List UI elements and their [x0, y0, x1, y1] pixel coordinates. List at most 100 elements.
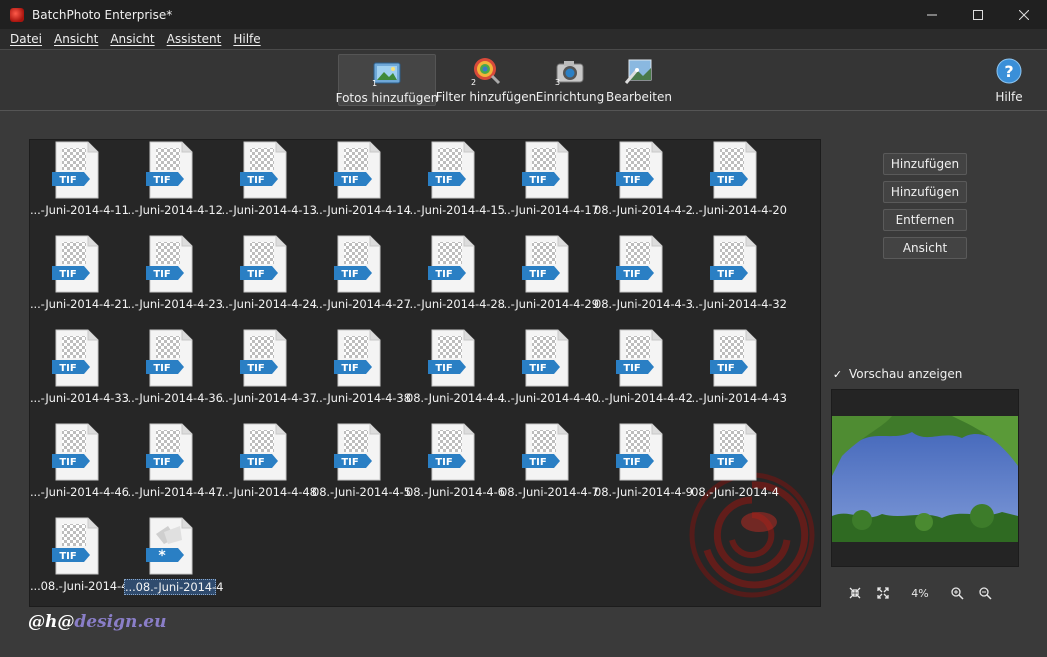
setup-button[interactable]: 3 Einrichtung: [536, 54, 604, 106]
file-thumbnail[interactable]: TIF ...-Juni-2014-4-32: [688, 234, 787, 328]
menu-datei[interactable]: Datei: [4, 32, 48, 46]
unknown-file-icon: *: [146, 517, 193, 575]
file-type-badge: TIF: [59, 269, 76, 280]
add-filter-icon: 2: [471, 58, 501, 86]
menu-hilfe[interactable]: Hilfe: [227, 32, 266, 46]
add-files-label: Hinzufügen: [890, 157, 960, 171]
help-button[interactable]: ? Hilfe: [990, 54, 1028, 106]
remove-button[interactable]: Entfernen: [883, 209, 967, 231]
file-type-badge: TIF: [529, 363, 546, 374]
show-preview-checkbox-row[interactable]: ✓ Vorschau anzeigen: [832, 367, 962, 381]
tif-file-icon: TIF: [428, 329, 475, 387]
menu-assistent[interactable]: Assistent: [161, 32, 228, 46]
file-thumbnail[interactable]: TIF ...08.-Juni-2014-4: [30, 516, 129, 606]
show-preview-checkbox[interactable]: ✓: [832, 368, 843, 381]
file-thumbnail[interactable]: TIF ...-Juni-2014-4-38: [312, 328, 411, 422]
file-thumbnail[interactable]: TIF ...-Juni-2014-4-21: [30, 234, 129, 328]
view-button[interactable]: Ansicht: [883, 237, 967, 259]
file-thumbnail[interactable]: TIF ...-Juni-2014-4-11: [30, 140, 129, 234]
add-photos-icon: 1: [372, 62, 401, 87]
file-thumbnail[interactable]: TIF ...-Juni-2014-4-15: [406, 140, 505, 234]
zoom-out-button[interactable]: [976, 584, 994, 602]
zoom-in-button[interactable]: [948, 584, 966, 602]
file-type-badge: TIF: [341, 175, 358, 186]
file-thumbnail[interactable]: TIF ...-Juni-2014-4-12: [124, 140, 223, 234]
tif-file-icon: TIF: [710, 329, 757, 387]
file-thumbnail[interactable]: TIF ...-Juni-2014-4-42: [594, 328, 693, 422]
file-thumbnail[interactable]: TIF 08.-Juni-2014-4-5: [312, 422, 411, 516]
file-name-label: ...-Juni-2014-4-21: [30, 297, 129, 311]
file-thumbnail[interactable]: TIF ...-Juni-2014-4-29: [500, 234, 599, 328]
file-thumbnail[interactable]: TIF 08.-Juni-2014-4-6: [406, 422, 505, 516]
tif-file-icon: TIF: [334, 235, 381, 293]
file-type-badge: TIF: [717, 363, 734, 374]
minimize-button[interactable]: [909, 0, 955, 29]
file-thumbnail[interactable]: TIF 08.-Juni-2014-4-3: [594, 234, 693, 328]
file-name-label: ...-Juni-2014-4-11: [30, 203, 129, 217]
window-controls: [909, 0, 1047, 29]
file-thumbnail[interactable]: TIF ...-Juni-2014-4-17: [500, 140, 599, 234]
file-thumbnail[interactable]: TIF ...-Juni-2014-4-20: [688, 140, 787, 234]
signature-prefix: @h@: [28, 612, 75, 632]
tif-file-icon: TIF: [710, 141, 757, 199]
author-signature: @h@design.eu: [28, 612, 166, 632]
file-thumbnail[interactable]: TIF ...-Juni-2014-4-27: [312, 234, 411, 328]
file-type-badge: TIF: [247, 457, 264, 468]
file-type-badge: TIF: [623, 363, 640, 374]
file-thumbnail[interactable]: TIF 08.-Juni-2014-4-4: [406, 328, 505, 422]
file-thumbnail[interactable]: TIF ...-Juni-2014-4-48: [218, 422, 317, 516]
file-name-label: ...-Juni-2014-4-12: [124, 203, 223, 217]
file-thumbnail[interactable]: TIF ...-Juni-2014-4-47: [124, 422, 223, 516]
edit-button[interactable]: Bearbeiten: [606, 54, 672, 106]
tif-file-icon: TIF: [146, 141, 193, 199]
window-title: BatchPhoto Enterprise*: [32, 7, 173, 22]
tif-file-icon: TIF: [334, 141, 381, 199]
add-photos-button[interactable]: 1 Fotos hinzufügen: [336, 54, 438, 106]
file-thumbnail[interactable]: TIF ...-Juni-2014-4-37: [218, 328, 317, 422]
file-name-label: ...08.-Juni-2014-4: [30, 579, 129, 593]
file-type-badge: TIF: [247, 175, 264, 186]
menu-ansicht[interactable]: Ansicht: [48, 32, 104, 46]
help-icon: ?: [996, 58, 1022, 84]
file-thumbnail[interactable]: TIF ...-Juni-2014-4-43: [688, 328, 787, 422]
file-type-badge: TIF: [435, 457, 452, 468]
file-type-badge: TIF: [59, 457, 76, 468]
file-thumbnail[interactable]: TIF ...-Juni-2014-4-40: [500, 328, 599, 422]
file-type-badge: TIF: [341, 269, 358, 280]
maximize-button[interactable]: [955, 0, 1001, 29]
file-thumbnail[interactable]: TIF ...-Juni-2014-4-13: [218, 140, 317, 234]
tif-file-icon: TIF: [522, 141, 569, 199]
file-type-badge: TIF: [529, 269, 546, 280]
file-thumbnail[interactable]: TIF 08.-Juni-2014-4-7: [500, 422, 599, 516]
add-filter-button[interactable]: 2 Filter hinzufügen: [436, 54, 536, 106]
file-type-badge: TIF: [153, 457, 170, 468]
file-thumbnail[interactable]: TIF 08.-Juni-2014-4-9: [594, 422, 693, 516]
tif-file-icon: TIF: [52, 141, 99, 199]
shrink-arrows-icon: [849, 587, 861, 599]
file-thumbnail[interactable]: * ...08.-Juni-2014-4: [124, 516, 223, 606]
tif-file-icon: TIF: [52, 329, 99, 387]
file-thumbnail[interactable]: TIF ...-Juni-2014-4-46: [30, 422, 129, 516]
file-thumbnail[interactable]: TIF 08.-Juni-2014-4: [688, 422, 782, 516]
fit-to-window-button[interactable]: [846, 584, 864, 602]
file-thumbnail[interactable]: TIF ...-Juni-2014-4-28: [406, 234, 505, 328]
file-thumbnail[interactable]: TIF ...-Juni-2014-4-14: [312, 140, 411, 234]
file-thumbnail[interactable]: TIF ...-Juni-2014-4-33: [30, 328, 129, 422]
file-thumbnail[interactable]: TIF ...-Juni-2014-4-23: [124, 234, 223, 328]
add-folder-button[interactable]: Hinzufügen: [883, 181, 967, 203]
add-files-button[interactable]: Hinzufügen: [883, 153, 967, 175]
file-thumbnail[interactable]: TIF 08.-Juni-2014-4-2: [594, 140, 693, 234]
file-name-label: ...-Juni-2014-4-13: [218, 203, 317, 217]
close-button[interactable]: [1001, 0, 1047, 29]
file-thumbnail[interactable]: TIF ...-Juni-2014-4-24: [218, 234, 317, 328]
menu-bar: Datei Ansicht Ansicht Assistent Hilfe: [0, 29, 1047, 49]
file-name-label: ...-Juni-2014-4-32: [688, 297, 787, 311]
close-icon: [1019, 9, 1029, 20]
file-thumbnail[interactable]: TIF ...-Juni-2014-4-36: [124, 328, 223, 422]
file-type-badge: TIF: [717, 457, 734, 468]
actual-size-button[interactable]: [874, 584, 892, 602]
tif-file-icon: TIF: [616, 141, 663, 199]
file-list-panel[interactable]: TIF ...-Juni-2014-4-11 TIF ...-Juni-2014-4-…: [29, 139, 821, 607]
menu-ansicht-2[interactable]: Ansicht: [104, 32, 160, 46]
tif-file-icon: TIF: [52, 423, 99, 481]
